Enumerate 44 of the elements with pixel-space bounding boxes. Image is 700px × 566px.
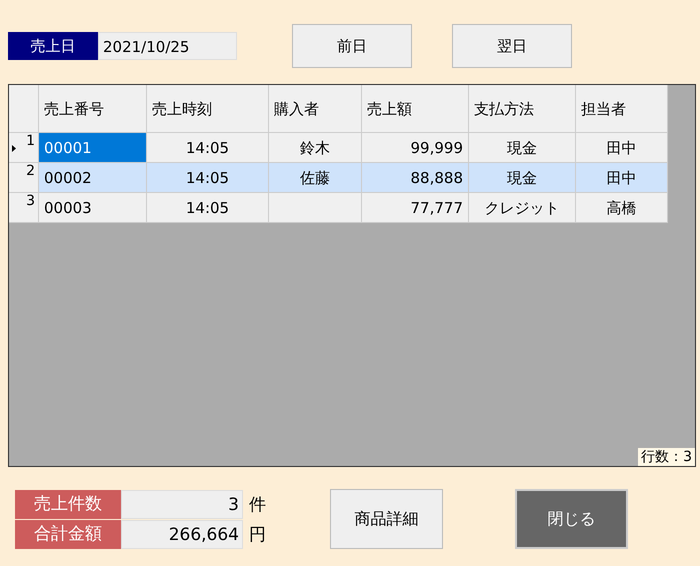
close-button[interactable]: 閉じる <box>515 489 628 549</box>
row-number: 3 <box>26 193 35 209</box>
column-header[interactable]: 購入者 <box>269 85 362 133</box>
table-cell[interactable] <box>269 193 362 223</box>
row-number: 2 <box>26 163 35 179</box>
column-header[interactable]: 売上時刻 <box>147 85 269 133</box>
nav-button[interactable]: 翌日 <box>452 24 572 68</box>
summary-label: 売上件数 <box>15 490 121 518</box>
column-header[interactable]: 売上番号 <box>39 85 147 133</box>
row-header[interactable]: 1 <box>9 133 39 163</box>
table-cell[interactable]: 99,999 <box>362 133 469 163</box>
row-header[interactable]: 2 <box>9 163 39 193</box>
detail-button[interactable]: 商品詳細 <box>330 489 444 549</box>
table-cell[interactable]: 00003 <box>39 193 147 223</box>
nav-button[interactable]: 前日 <box>292 24 412 68</box>
table-cell[interactable]: 高橋 <box>576 193 668 223</box>
table-cell[interactable]: 00001 <box>39 133 147 163</box>
row-number: 1 <box>26 133 35 149</box>
table-cell[interactable]: 現金 <box>469 163 576 193</box>
column-header[interactable]: 担当者 <box>576 85 668 133</box>
table-cell[interactable]: 佐藤 <box>269 163 362 193</box>
table-cell[interactable]: 14:05 <box>147 133 269 163</box>
summary-label: 合計金額 <box>15 520 121 548</box>
date-field[interactable]: 2021/10/25 <box>98 32 237 60</box>
column-header[interactable]: 売上額 <box>362 85 469 133</box>
table-cell[interactable]: 現金 <box>469 133 576 163</box>
summary-field: 266,664 <box>121 520 243 548</box>
table-cell[interactable]: 田中 <box>576 163 668 193</box>
row-header[interactable]: 3 <box>9 193 39 223</box>
column-header[interactable]: 支払方法 <box>469 85 576 133</box>
table-cell[interactable]: 鈴木 <box>269 133 362 163</box>
table-cell[interactable]: 14:05 <box>147 193 269 223</box>
summary-field: 3 <box>121 490 243 518</box>
table-cell[interactable]: 田中 <box>576 133 668 163</box>
table-cell[interactable]: クレジット <box>469 193 576 223</box>
table-cell[interactable]: 88,888 <box>362 163 469 193</box>
corner-cell <box>9 85 39 133</box>
date-label: 売上日 <box>8 32 98 60</box>
table-cell[interactable]: 77,777 <box>362 193 469 223</box>
table-cell[interactable]: 00002 <box>39 163 147 193</box>
unit-label: 円 <box>249 524 266 546</box>
row-count: 行数：3 <box>638 448 695 466</box>
table-cell[interactable]: 14:05 <box>147 163 269 193</box>
unit-label: 件 <box>249 494 266 516</box>
